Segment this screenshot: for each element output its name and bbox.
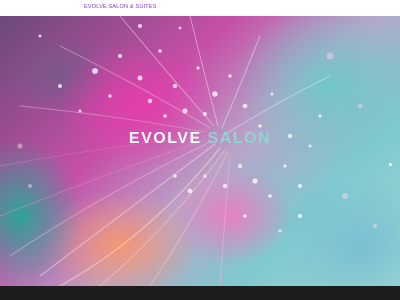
footer-bar <box>0 286 400 300</box>
hero-title: EVOLVE SALON <box>0 130 400 148</box>
hero-background-image <box>0 16 378 286</box>
slider-indicator-dot[interactable] <box>389 163 392 166</box>
brand-link[interactable]: EVOLVE SALON & SUITES <box>84 4 157 10</box>
hero-title-word-salon: SALON <box>207 130 272 147</box>
top-nav-bar: EVOLVE SALON & SUITES <box>0 0 400 16</box>
hero-banner: EVOLVE SALON <box>0 16 400 286</box>
hero-title-word-evolve: EVOLVE <box>128 130 202 147</box>
